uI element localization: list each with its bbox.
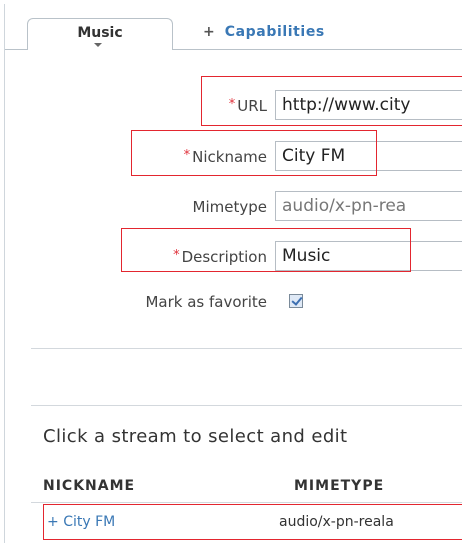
tab-bar: Music + Capabilities: [5, 4, 462, 50]
description-field[interactable]: [275, 241, 462, 271]
tab-capabilities[interactable]: + Capabilities: [173, 18, 462, 50]
tab-music-label: Music: [77, 25, 123, 41]
url-row: * URL: [5, 88, 462, 124]
expand-icon: +: [47, 514, 59, 530]
tab-music[interactable]: Music: [27, 18, 173, 50]
nickname-field[interactable]: [275, 141, 462, 171]
stream-mimetype: audio/x-pn-reala: [279, 514, 394, 530]
divider: [31, 405, 462, 406]
mimetype-label: Mimetype: [192, 198, 267, 216]
header-divider: [31, 502, 462, 503]
nickname-row: * Nickname: [5, 139, 462, 175]
favorite-row: Mark as favorite: [5, 284, 462, 320]
url-field[interactable]: [275, 90, 462, 120]
mimetype-row: Mimetype: [5, 189, 462, 225]
chevron-down-icon: [94, 43, 102, 47]
description-label: * Description: [173, 248, 267, 266]
tab-capabilities-label: Capabilities: [224, 24, 325, 40]
divider: [31, 348, 462, 349]
streams-title: Click a stream to select and edit: [43, 426, 348, 447]
required-marker: *: [183, 148, 191, 163]
favorite-label: Mark as favorite: [145, 293, 267, 311]
stream-nickname-link[interactable]: + City FM: [47, 514, 115, 530]
mimetype-field[interactable]: [275, 191, 462, 221]
nickname-label: * Nickname: [183, 148, 267, 166]
stream-editor-panel: Music + Capabilities *URL *Nickname Mimet…: [4, 4, 462, 543]
column-header-mimetype: MIMETYPE: [294, 478, 385, 494]
favorite-checkbox[interactable]: [289, 294, 303, 308]
plus-icon: +: [203, 24, 215, 40]
description-row: * Description: [5, 239, 462, 275]
required-marker: *: [228, 97, 236, 112]
required-marker: *: [173, 248, 180, 263]
url-label: * URL: [228, 97, 267, 115]
column-header-nickname: NICKNAME: [43, 478, 136, 494]
